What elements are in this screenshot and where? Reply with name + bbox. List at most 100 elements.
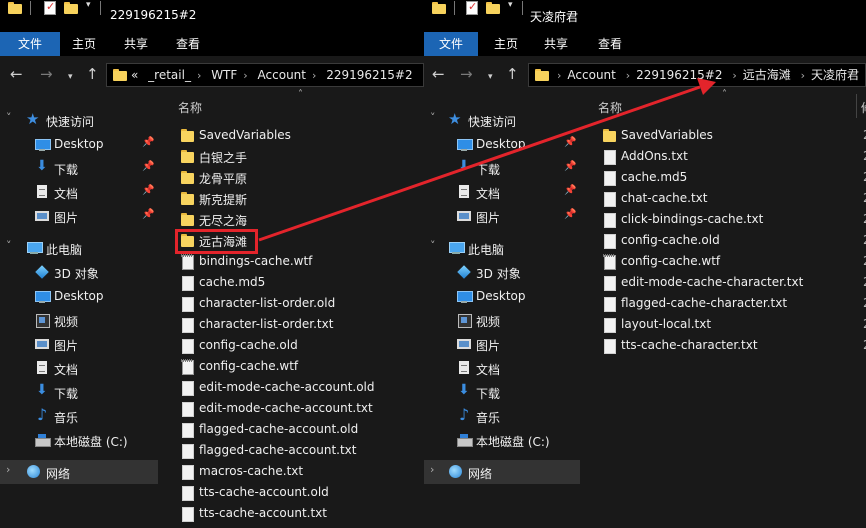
computer-icon bbox=[448, 240, 465, 256]
breadcrumb-wtf[interactable]: WTF bbox=[211, 68, 237, 82]
column-header-name[interactable]: 名称 bbox=[178, 99, 202, 116]
nav-network[interactable]: › 网络 bbox=[424, 460, 580, 484]
breadcrumb-parent[interactable]: 229196215#2 bbox=[636, 68, 722, 82]
new-folder-icon[interactable] bbox=[486, 2, 500, 14]
nav-pc-downloads[interactable]: 下载 bbox=[0, 380, 158, 404]
forward-arrow-icon[interactable]: → bbox=[40, 66, 53, 82]
tab-share[interactable]: 共享 bbox=[532, 32, 580, 56]
forward-arrow-icon[interactable]: → bbox=[460, 66, 473, 82]
nav-quick-access[interactable]: ˅快速访问 bbox=[0, 108, 158, 132]
new-folder-icon[interactable] bbox=[64, 2, 78, 14]
explorer-window-right: ▾ 天凌府君 文件 主页 共享 查看 ← → ▾ ↑ ›Account ›229… bbox=[424, 0, 866, 528]
nav-pc-pictures[interactable]: 图片 bbox=[424, 332, 580, 356]
breadcrumb-account[interactable]: Account bbox=[258, 68, 306, 82]
column-divider[interactable] bbox=[856, 94, 857, 118]
tab-home[interactable]: 主页 bbox=[482, 32, 530, 56]
nav-this-pc[interactable]: ˅ 此电脑 bbox=[424, 236, 580, 260]
nav-desktop[interactable]: Desktop 📌 bbox=[0, 132, 158, 156]
nav-network[interactable]: › 网络 bbox=[0, 460, 158, 484]
nav-documents[interactable]: 文档 📌 bbox=[424, 180, 580, 204]
customize-toolbar-icon[interactable]: ▾ bbox=[86, 0, 91, 16]
breadcrumb-account[interactable]: Account bbox=[567, 68, 615, 82]
file-name: character-list-order.old bbox=[199, 296, 336, 310]
tab-file[interactable]: 文件 bbox=[0, 32, 60, 56]
file-icon bbox=[181, 506, 194, 522]
file-name: config-cache.wtf bbox=[199, 359, 299, 373]
picture-icon bbox=[456, 336, 472, 352]
download-icon bbox=[34, 158, 50, 176]
back-arrow-icon[interactable]: ← bbox=[10, 66, 23, 82]
pin-icon: 📌 bbox=[142, 161, 155, 172]
tab-view[interactable]: 查看 bbox=[586, 32, 634, 56]
tab-home[interactable]: 主页 bbox=[60, 32, 108, 56]
chevron-down-icon[interactable]: ˅ bbox=[430, 239, 436, 252]
nav-documents[interactable]: 文档 📌 bbox=[0, 180, 158, 204]
breadcrumb-current[interactable]: 229196215#2 bbox=[326, 68, 412, 82]
nav-desktop[interactable]: Desktop 📌 bbox=[424, 132, 580, 156]
address-toolbar: ← → ▾ ↑ › Account › 229196215#2 › 远古海滩 › 天凌府… bbox=[424, 56, 866, 94]
address-bar[interactable]: › Account › 229196215#2 › 远古海滩 › 天凌府君 bbox=[528, 63, 866, 87]
nav-pc-documents[interactable]: 文档 bbox=[424, 356, 580, 380]
file-name: edit-mode-cache-character.txt bbox=[621, 275, 804, 289]
column-header-name[interactable]: 名称 bbox=[598, 99, 622, 116]
chevron-right-icon[interactable]: › bbox=[6, 463, 10, 476]
pin-icon: 📌 bbox=[142, 137, 155, 148]
nav-3d-objects[interactable]: 3D 对象 bbox=[0, 260, 158, 284]
properties-icon[interactable] bbox=[44, 0, 56, 15]
file-name: 无尽之海 bbox=[199, 214, 248, 228]
up-arrow-icon[interactable]: ↑ bbox=[86, 66, 99, 82]
folder-icon bbox=[113, 69, 127, 81]
nav-videos[interactable]: 视频 bbox=[0, 308, 158, 332]
nav-videos[interactable]: 视频 bbox=[424, 308, 580, 332]
recent-locations-icon[interactable]: ▾ bbox=[68, 69, 73, 85]
chevron-down-icon[interactable]: ˅ bbox=[6, 239, 12, 252]
file-name: bindings-cache.wtf bbox=[199, 254, 313, 268]
up-arrow-icon[interactable]: ↑ bbox=[506, 66, 519, 82]
cube-icon bbox=[34, 264, 50, 280]
nav-quick-access[interactable]: ˅快速访问 bbox=[424, 108, 580, 132]
chevron-right-icon[interactable]: › bbox=[430, 463, 434, 476]
tab-file[interactable]: 文件 bbox=[424, 32, 478, 56]
nav-3d-objects[interactable]: 3D 对象 bbox=[424, 260, 580, 284]
back-arrow-icon[interactable]: ← bbox=[432, 66, 445, 82]
folder-icon bbox=[181, 149, 194, 164]
chevron-down-icon[interactable]: ˅ bbox=[430, 111, 436, 124]
nav-pc-desktop[interactable]: Desktop bbox=[424, 284, 580, 308]
file-icon bbox=[603, 296, 616, 312]
breadcrumb-folder[interactable]: 远古海滩 bbox=[743, 68, 791, 82]
recent-locations-icon[interactable]: ▾ bbox=[488, 69, 493, 85]
nav-downloads[interactable]: 下载📌 bbox=[0, 156, 158, 180]
customize-toolbar-icon[interactable]: ▾ bbox=[508, 0, 513, 16]
nav-pc-documents[interactable]: 文档 bbox=[0, 356, 158, 380]
nav-pictures[interactable]: 图片 📌 bbox=[424, 204, 580, 228]
file-icon bbox=[603, 149, 616, 165]
chevron-down-icon[interactable]: ˅ bbox=[6, 111, 12, 124]
tab-share[interactable]: 共享 bbox=[112, 32, 160, 56]
music-icon bbox=[34, 405, 50, 424]
file-icon bbox=[181, 422, 194, 438]
column-header-date[interactable]: 修 bbox=[861, 99, 866, 116]
nav-pc-desktop[interactable]: Desktop bbox=[0, 284, 158, 308]
nav-music[interactable]: 音乐 bbox=[0, 404, 158, 428]
nav-this-pc[interactable]: ˅ 此电脑 bbox=[0, 236, 158, 260]
nav-pc-pictures[interactable]: 图片 bbox=[0, 332, 158, 356]
nav-downloads[interactable]: 下载📌 bbox=[424, 156, 580, 180]
video-icon bbox=[456, 312, 472, 328]
nav-pc-downloads[interactable]: 下载 bbox=[424, 380, 580, 404]
breadcrumb-current[interactable]: 天凌府君 bbox=[811, 68, 859, 82]
breadcrumb-retail[interactable]: _retail_ bbox=[148, 68, 191, 82]
file-icon bbox=[181, 317, 194, 333]
navigation-pane: ˅快速访问 Desktop📌 下载📌 文档📌 图片📌 ˅此电脑 3D 对象 De… bbox=[0, 94, 158, 528]
nav-pictures[interactable]: 图片 📌 bbox=[0, 204, 158, 228]
tab-view[interactable]: 查看 bbox=[164, 32, 212, 56]
nav-local-disk[interactable]: 本地磁盘 (C:) bbox=[424, 428, 580, 452]
breadcrumb-overflow[interactable]: « bbox=[131, 68, 138, 82]
folder-icon bbox=[603, 128, 616, 143]
file-icon bbox=[181, 443, 194, 459]
folder-icon bbox=[432, 2, 446, 14]
nav-local-disk[interactable]: 本地磁盘 (C:) bbox=[0, 428, 158, 452]
properties-icon[interactable] bbox=[466, 0, 478, 15]
nav-music[interactable]: 音乐 bbox=[424, 404, 580, 428]
address-bar[interactable]: « _retail_ › WTF › Account › 229196215#2 bbox=[106, 63, 424, 87]
file-icon bbox=[603, 275, 616, 291]
